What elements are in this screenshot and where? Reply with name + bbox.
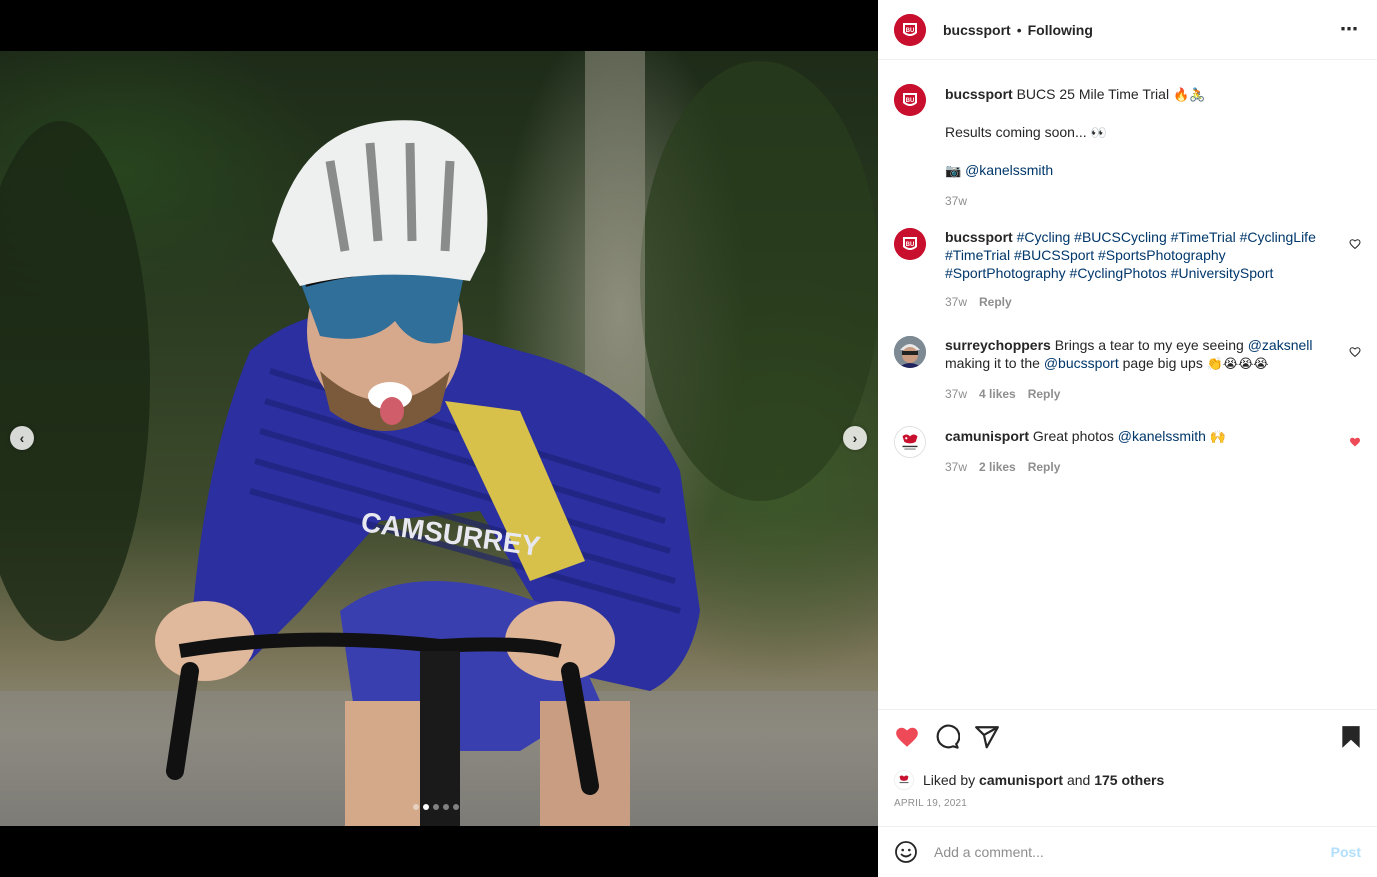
credit-tag-link[interactable]: @kanelssmith	[965, 162, 1053, 178]
carousel-dot	[453, 804, 459, 810]
comment-icon[interactable]	[934, 724, 960, 750]
carousel-indicator	[413, 804, 459, 810]
post-side-panel: BU bucssport • Following ⋯ BU bucssport …	[878, 0, 1377, 877]
liked-comment-heart-icon[interactable]	[1349, 436, 1361, 448]
like-comment-heart-icon[interactable]	[1349, 238, 1361, 250]
bucs-logo-icon: BU	[894, 13, 926, 46]
avatar[interactable]: BU	[894, 84, 926, 116]
reply-button[interactable]: Reply	[1028, 387, 1061, 401]
avatar[interactable]: BU	[894, 13, 926, 46]
heart-filled-icon[interactable]	[894, 724, 920, 750]
svg-text:BU: BU	[906, 98, 915, 104]
comment-text: Brings a tear to my eye seeing	[1054, 337, 1244, 353]
comment-text: page big ups	[1122, 355, 1203, 371]
caption-text: BUCS 25 Mile Time Trial	[1016, 86, 1170, 102]
caption-time[interactable]: 37w	[945, 194, 967, 208]
comment-item: BU bucssport #Cycling #BUCSCycling #Time…	[894, 228, 1361, 309]
comment-likes-count[interactable]: 2 likes	[979, 460, 1016, 474]
carousel-dot-active	[423, 804, 429, 810]
comment-item: camunisport Great photos @kanelssmith 🙌 …	[894, 426, 1361, 474]
carousel-prev-button[interactable]: ‹	[10, 426, 34, 450]
svg-text:BU: BU	[906, 242, 915, 248]
bookmark-filled-icon[interactable]	[1338, 724, 1364, 750]
post-header: BU bucssport • Following ⋯	[878, 0, 1377, 60]
caption-line2: Results coming soon...	[945, 124, 1087, 140]
add-comment-bar: Post	[878, 826, 1377, 877]
paper-plane-icon[interactable]	[974, 724, 1000, 750]
svg-text:BU: BU	[906, 28, 915, 34]
camera-emoji: 📷	[945, 164, 962, 179]
comment-time[interactable]: 37w	[945, 295, 967, 309]
mention-link[interactable]: @zaksnell	[1248, 337, 1313, 353]
comment-time[interactable]: 37w	[945, 460, 967, 474]
liked-by: Liked by camunisport and 175 others	[894, 770, 1164, 790]
comment-username[interactable]: surreychoppers	[945, 337, 1051, 353]
cyclist-illustration: CAMSURREY	[0, 51, 878, 826]
post-photo[interactable]: CAMSURREY	[0, 51, 878, 826]
bucs-logo-icon: BU	[894, 84, 926, 116]
carousel-dot	[443, 804, 449, 810]
action-icons-row	[878, 710, 1377, 764]
liked-by-and: and	[1066, 772, 1091, 788]
header-username[interactable]: bucssport	[943, 22, 1011, 38]
comment-username[interactable]: bucssport	[945, 229, 1013, 245]
caption-emoji: 🔥🚴	[1172, 88, 1206, 103]
mention-link[interactable]: @kanelssmith	[1118, 428, 1206, 444]
like-comment-heart-icon[interactable]	[1349, 346, 1361, 358]
comment-input[interactable]	[934, 844, 1331, 860]
cambridge-crest-icon	[895, 427, 925, 457]
caption: BU bucssport BUCS 25 Mile Time Trial 🔥🚴 …	[894, 84, 1361, 208]
chevron-left-icon: ‹	[19, 430, 25, 446]
chevron-right-icon: ›	[852, 430, 858, 446]
post-media: CAMSURREY ‹ ›	[0, 0, 878, 877]
avatar[interactable]	[894, 426, 926, 458]
avatar[interactable]: BU	[894, 228, 926, 260]
carousel-dot	[433, 804, 439, 810]
liked-by-prefix: Liked by	[923, 772, 976, 788]
comment-emoji: 👏😭😭😭	[1206, 357, 1269, 372]
comment-likes-count[interactable]: 4 likes	[979, 387, 1016, 401]
comment-time[interactable]: 37w	[945, 387, 967, 401]
reply-button[interactable]: Reply	[1028, 460, 1061, 474]
cambridge-crest-icon	[895, 771, 913, 789]
caption-username[interactable]: bucssport	[945, 86, 1013, 102]
comment-text: making it to the	[945, 355, 1040, 371]
smiley-icon[interactable]	[894, 840, 918, 864]
reply-button[interactable]: Reply	[979, 295, 1012, 309]
comment-item: surreychoppers Brings a tear to my eye s…	[894, 336, 1361, 401]
cyclist-avatar-icon	[894, 336, 926, 368]
following-button[interactable]: Following	[1028, 22, 1093, 38]
caption-line2-emoji: 👀	[1090, 126, 1107, 141]
post-actions: Liked by camunisport and 175 others APRI…	[878, 709, 1377, 809]
mention-link[interactable]: @bucssport	[1044, 355, 1119, 371]
post-comment-button[interactable]: Post	[1331, 844, 1361, 860]
comment-emoji: 🙌	[1209, 430, 1226, 445]
liked-by-avatar[interactable]	[894, 770, 914, 790]
header-separator: •	[1016, 21, 1022, 38]
avatar[interactable]	[894, 336, 926, 368]
liked-by-user[interactable]: camunisport	[979, 772, 1063, 788]
carousel-dot	[413, 804, 419, 810]
bucs-logo-icon: BU	[894, 228, 926, 260]
post-date[interactable]: APRIL 19, 2021	[894, 798, 967, 809]
liked-by-others[interactable]: 175 others	[1094, 772, 1164, 788]
comment-text: Great photos	[1032, 428, 1114, 444]
comments-list: BU bucssport BUCS 25 Mile Time Trial 🔥🚴 …	[878, 60, 1377, 708]
more-horizontal-icon[interactable]: ⋯	[1340, 20, 1359, 38]
carousel-next-button[interactable]: ›	[843, 426, 867, 450]
comment-username[interactable]: camunisport	[945, 428, 1029, 444]
